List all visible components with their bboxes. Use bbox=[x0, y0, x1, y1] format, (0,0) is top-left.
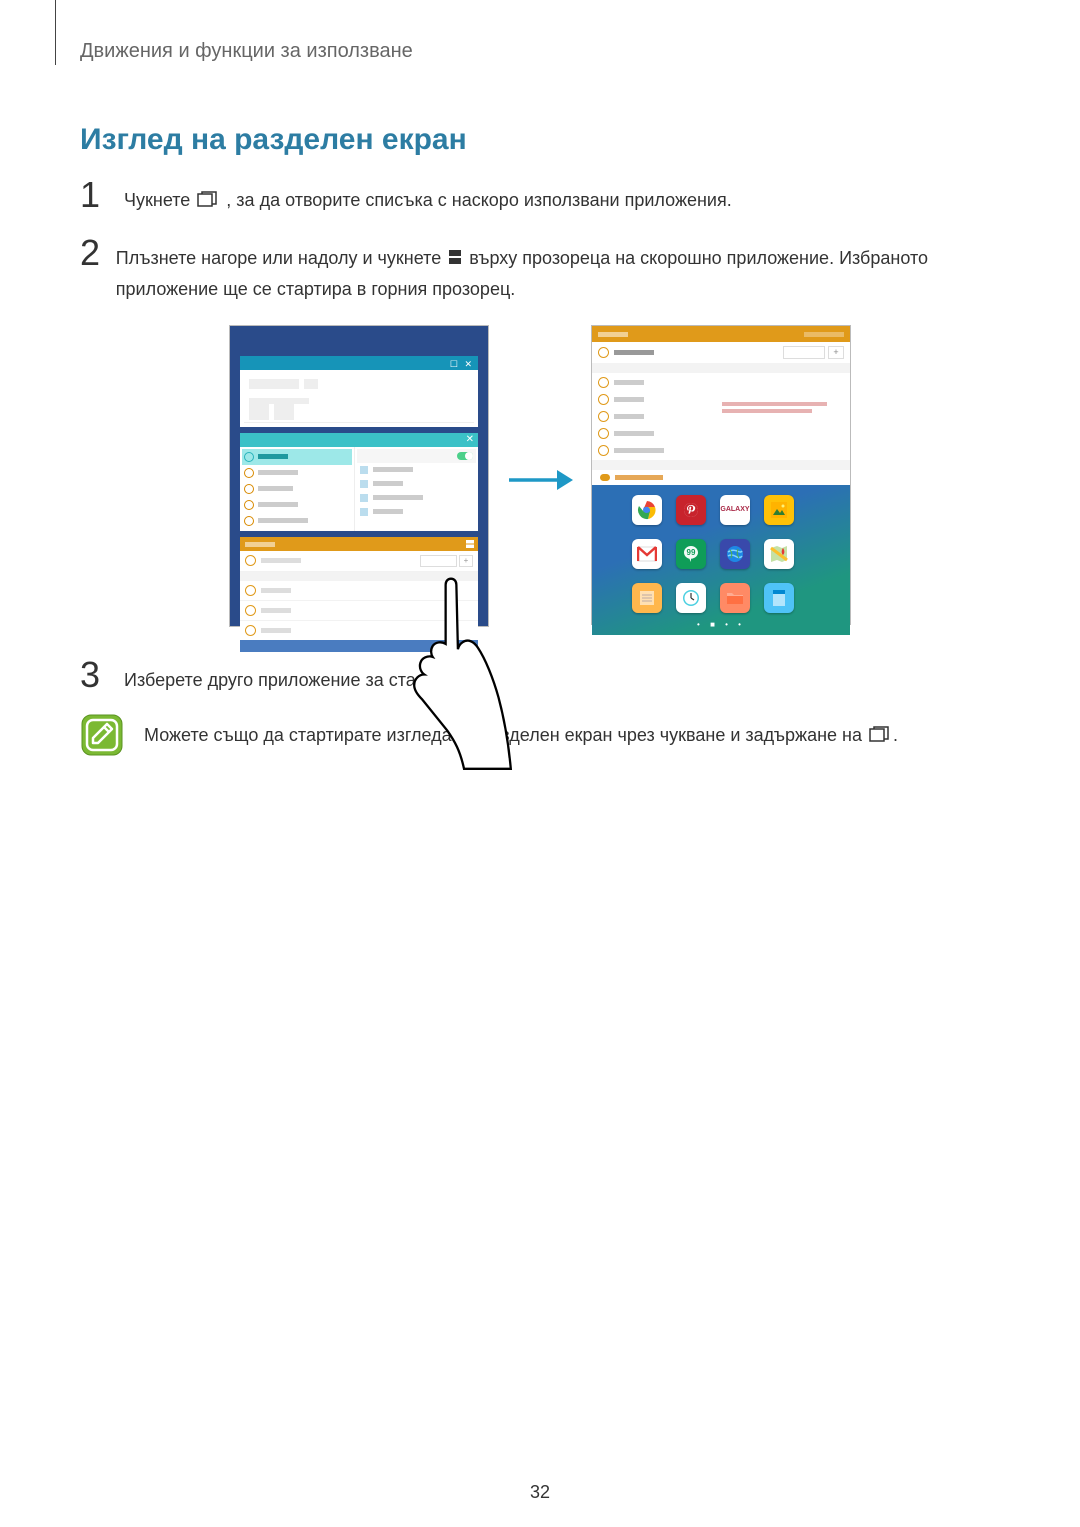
step1-part1: Чукнете bbox=[124, 190, 195, 210]
step-3: 3 Изберете друго приложение за стартиран… bbox=[80, 657, 1000, 696]
section-title: Изглед на разделен екран bbox=[80, 123, 1000, 157]
note-text: Можете също да стартирате изгледа на раз… bbox=[144, 713, 898, 751]
app-clock-icon bbox=[676, 583, 706, 613]
app-gallery-icon bbox=[764, 495, 794, 525]
app-galaxy-icon: GALAXY bbox=[720, 495, 750, 525]
app-hangouts-icon: 99 bbox=[676, 539, 706, 569]
app-files-icon bbox=[720, 583, 750, 613]
margin-rule bbox=[55, 0, 56, 65]
recent-apps-icon bbox=[869, 722, 891, 751]
step-text: Изберете друго приложение за стартиране. bbox=[124, 657, 489, 696]
arrow-right-icon bbox=[507, 465, 573, 495]
app-gmail-icon bbox=[632, 539, 662, 569]
page-number: 32 bbox=[0, 1482, 1080, 1503]
recent-apps-icon bbox=[197, 186, 219, 217]
note-part1: Можете също да стартирате изгледа на раз… bbox=[144, 725, 867, 745]
app-generic-icon bbox=[764, 583, 794, 613]
step2-part1: Плъзнете нагоре или надолу и чукнете bbox=[116, 248, 446, 268]
breadcrumb: Движения и функции за използване bbox=[80, 40, 1000, 63]
step-text: Чукнете , за да отворите списъка с наско… bbox=[124, 177, 732, 217]
note-part2: . bbox=[893, 725, 898, 745]
transition-arrow bbox=[489, 325, 591, 495]
step-2: 2 Плъзнете нагоре или надолу и чукнете в… bbox=[80, 235, 1000, 305]
step-number: 1 bbox=[80, 177, 110, 213]
note-icon bbox=[80, 713, 124, 762]
step-number: 3 bbox=[80, 657, 110, 693]
split-screen-icon bbox=[448, 244, 462, 275]
step1-part2: , за да отворите списъка с наскоро изпол… bbox=[226, 190, 731, 210]
svg-text:99: 99 bbox=[687, 548, 696, 557]
step-number: 2 bbox=[80, 235, 102, 271]
app-memo-icon bbox=[632, 583, 662, 613]
screenshot-recent-apps: ☐ ✕ ✕ bbox=[229, 325, 489, 627]
note-block: Можете също да стартирате изгледа на раз… bbox=[80, 713, 1000, 762]
app-maps-icon bbox=[764, 539, 794, 569]
app-pinterest-icon bbox=[676, 495, 706, 525]
illustration-row: ☐ ✕ ✕ bbox=[80, 325, 1000, 627]
step-text: Плъзнете нагоре или надолу и чукнете вър… bbox=[116, 235, 1000, 305]
app-chrome-icon bbox=[632, 495, 662, 525]
app-internet-icon bbox=[720, 539, 750, 569]
screenshot-split-result: + bbox=[591, 325, 851, 625]
step-1: 1 Чукнете , за да отворите списъка с нас… bbox=[80, 177, 1000, 217]
